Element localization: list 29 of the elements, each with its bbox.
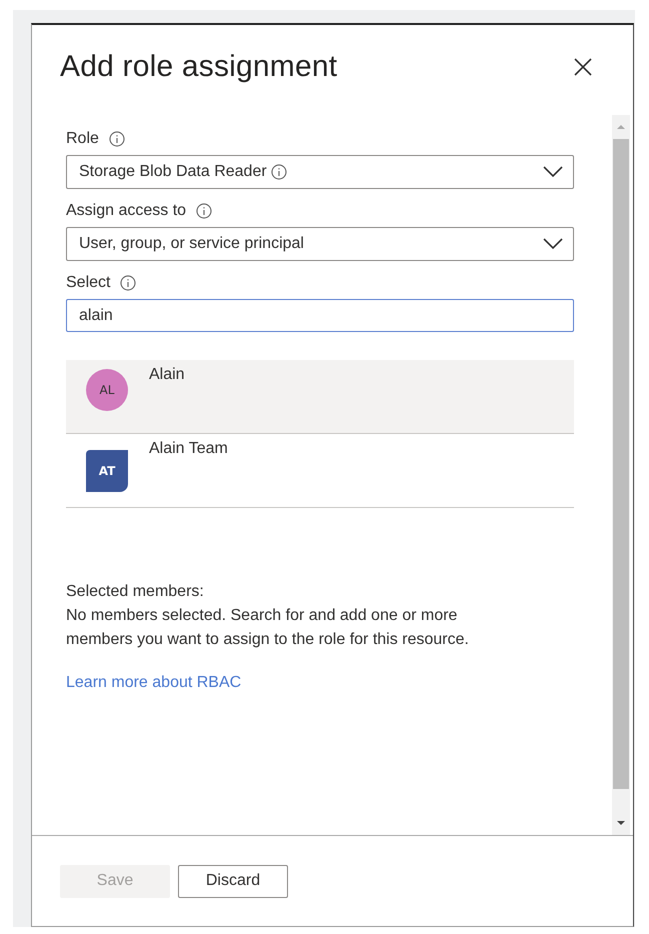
avatar-icon: AT (86, 450, 128, 492)
info-icon[interactable] (108, 131, 125, 147)
scrollbar-thumb[interactable] (613, 139, 629, 789)
selected-members-heading: Selected members: (66, 582, 205, 602)
avatar-icon: AL (86, 369, 128, 411)
info-icon[interactable] (196, 203, 212, 219)
discard-button[interactable]: Discard (178, 864, 288, 898)
chevron-down-icon (543, 238, 563, 250)
dropdown-value: Storage Blob Data Reader (79, 163, 287, 181)
selected-members-text: No members selected. Search for and add one or more members you want to assign to the role for this resource. (66, 606, 470, 650)
result-name: Alain Team (149, 440, 228, 458)
dropdown[interactable]: User, group, or service principal (66, 227, 574, 261)
close-button[interactable] (573, 57, 593, 77)
chevron-down-icon (543, 166, 563, 178)
field-label: Role (66, 130, 99, 148)
info-icon[interactable] (270, 164, 287, 180)
field-label: Select (66, 274, 110, 292)
result-row[interactable]: AT Alain Team (66, 434, 574, 508)
learn-more-link[interactable]: Learn more about RBAC (66, 674, 242, 692)
scroll-down-icon[interactable] (616, 819, 626, 827)
dropdown[interactable]: Storage Blob Data Reader (66, 155, 574, 189)
result-name: Alain (149, 366, 185, 384)
scrollbar-track[interactable] (612, 115, 630, 835)
field-label: Assign access to (66, 202, 186, 220)
panel-title: Add role assignment (60, 50, 338, 84)
search-field[interactable]: alain (66, 299, 574, 332)
info-icon[interactable] (120, 275, 136, 291)
dropdown-value: User, group, or service principal (79, 235, 304, 253)
result-row[interactable]: AL Alain (66, 360, 574, 434)
